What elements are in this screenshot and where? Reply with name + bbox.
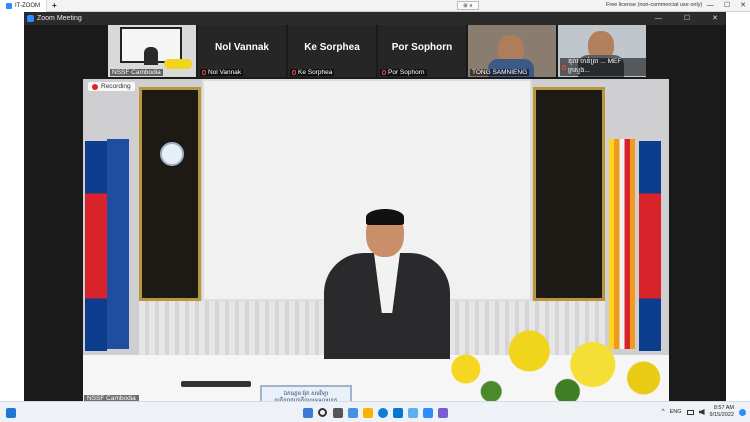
mic-muted-icon — [202, 70, 206, 75]
participant-name: Nol Vannak — [200, 69, 244, 76]
clock[interactable]: 8:57 AM 9/15/2022 — [710, 405, 734, 419]
participant-display-name: Por Sophorn — [391, 42, 453, 53]
recording-label: Recording — [101, 83, 131, 90]
participant-tile[interactable]: TONG SAMNIENG — [468, 25, 556, 77]
zoom-close-button[interactable]: ✕ — [712, 12, 718, 25]
participant-tile[interactable]: Ke Sorphea Ke Sorphea — [288, 25, 376, 77]
record-icon — [92, 83, 98, 90]
taskbar: ^ ENG 8:57 AM 9/15/2022 — [0, 401, 750, 422]
emblem-logo — [160, 142, 184, 166]
flowers-thumb — [164, 59, 192, 69]
desktop-screen: IT-ZOOM + ⊞ ∨ Free license (non-commerci… — [0, 0, 750, 422]
mic-muted-icon — [562, 64, 566, 70]
app-icon — [6, 2, 12, 9]
network-icon[interactable] — [686, 409, 694, 415]
cambodia-flag-left — [85, 141, 107, 351]
language-indicator[interactable]: ENG — [670, 409, 682, 415]
minimize-button[interactable]: — — [707, 0, 714, 12]
windows-start-icon[interactable] — [303, 408, 313, 418]
license-text: Free license (non-commercial use only) — [606, 2, 703, 8]
zoom-maximize-button[interactable]: ☐ — [684, 12, 690, 25]
store-icon[interactable] — [393, 408, 403, 418]
participant-display-name: Ke Sorphea — [304, 42, 360, 53]
edge-browser-icon[interactable] — [378, 408, 388, 418]
app-taskbar-icon[interactable] — [438, 408, 448, 418]
speaker-hair — [366, 209, 404, 225]
new-tab-button[interactable]: + — [47, 1, 62, 10]
host-titlebar: IT-ZOOM + ⊞ ∨ Free license (non-commerci… — [0, 0, 750, 12]
chevron-up-icon[interactable]: ^ — [662, 409, 665, 415]
maximize-button[interactable]: ☐ — [724, 0, 730, 12]
participant-tile[interactable]: NSSF Cambodia — [108, 25, 196, 77]
participant-tile[interactable]: ឌុល ចាន់ត្រា ... MEF ក្រសួង... — [558, 25, 646, 77]
search-icon[interactable] — [318, 408, 327, 417]
recording-indicator[interactable]: Recording — [88, 82, 135, 91]
participant-tile[interactable]: Nol Vannak Nol Vannak — [198, 25, 286, 77]
zoom-window-title: Zoom Meeting — [37, 15, 82, 22]
participant-name: Por Sophorn — [380, 69, 427, 76]
wall-panel-right — [533, 87, 605, 301]
mic-muted-icon — [292, 70, 296, 75]
date-text: 9/15/2022 — [709, 412, 734, 418]
wall-panel-left — [139, 87, 201, 301]
blue-flag — [107, 139, 129, 349]
zoom-minimize-button[interactable]: — — [655, 12, 662, 25]
active-speaker-video: ឯកឧត្តម អ៊ុក សមវិទ្យា ប្រតិភូរាជរដ្ឋាភិប… — [83, 79, 669, 405]
participant-display-name: Nol Vannak — [215, 42, 269, 53]
start-menu-icon[interactable] — [6, 408, 16, 418]
notification-icon[interactable] — [739, 408, 746, 416]
zoom-icon — [27, 15, 34, 22]
tablet-device — [181, 381, 251, 387]
host-tab[interactable]: IT-ZOOM — [0, 0, 47, 12]
participant-name: TONG SAMNIENG — [470, 69, 530, 76]
host-mini-toolbar[interactable]: ⊞ ∨ — [457, 1, 479, 10]
volume-icon[interactable] — [698, 409, 705, 415]
close-button[interactable]: ✕ — [740, 0, 746, 12]
participant-name: NSSF Cambodia — [110, 69, 163, 76]
meeting-area: NSSF Cambodia Nol Vannak Nol Vannak Ke S… — [24, 25, 726, 405]
host-tab-title: IT-ZOOM — [15, 2, 40, 9]
file-explorer-icon[interactable] — [363, 408, 373, 418]
mail-icon[interactable] — [408, 408, 418, 418]
participant-name: ឌុល ចាន់ត្រា ... MEF ក្រសួង... — [560, 58, 646, 76]
zoom-taskbar-icon[interactable] — [423, 408, 433, 418]
speaker-figure — [144, 47, 158, 65]
task-view-icon[interactable] — [333, 408, 343, 418]
time-text: 8:57 AM — [713, 405, 734, 411]
participant-tile[interactable]: Por Sophorn Por Sophorn — [378, 25, 466, 77]
mic-muted-icon — [382, 70, 386, 75]
system-tray: ^ ENG 8:57 AM 9/15/2022 — [662, 405, 746, 419]
widgets-icon[interactable] — [348, 408, 358, 418]
participant-strip: NSSF Cambodia Nol Vannak Nol Vannak Ke S… — [108, 25, 692, 77]
flower-arrangement — [415, 315, 669, 405]
participant-name: Ke Sorphea — [290, 69, 335, 76]
zoom-titlebar: Zoom Meeting — ☐ ✕ — [24, 12, 726, 25]
